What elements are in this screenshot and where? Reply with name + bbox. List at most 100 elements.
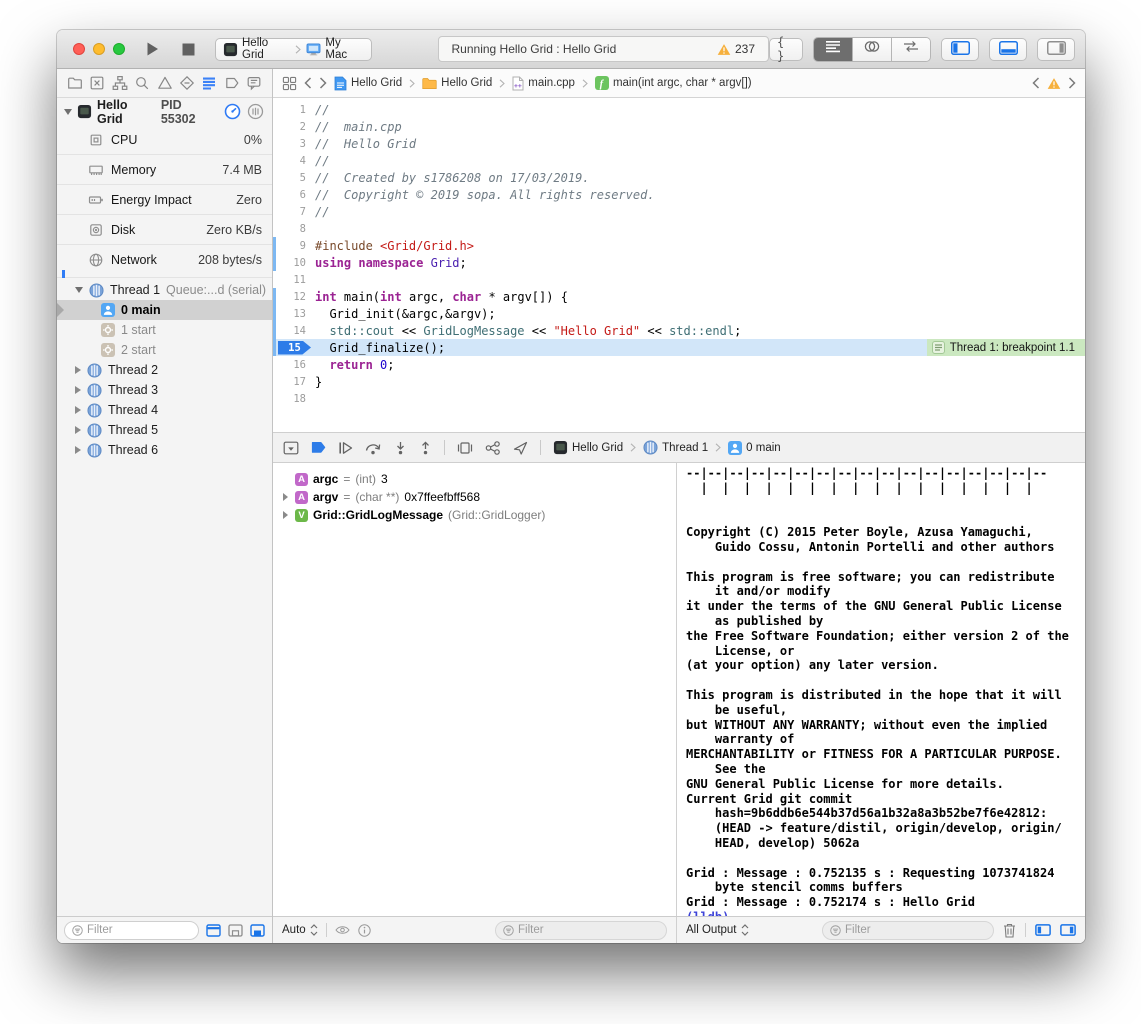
gutter[interactable]: 10: [273, 257, 315, 269]
toggle-inspector-button[interactable]: [1037, 38, 1075, 61]
gauge-row-disk[interactable]: DiskZero KB/s: [57, 214, 272, 244]
disclosure-right-icon[interactable]: [75, 426, 81, 434]
info-icon[interactable]: [358, 924, 371, 937]
view-memory-button[interactable]: [250, 924, 265, 937]
minimize-window-button[interactable]: [93, 43, 105, 55]
report-navigator-button[interactable]: [245, 74, 263, 92]
variables-view[interactable]: Aargc=(int)3Aargv=(char **)0x7ffeefbff56…: [273, 463, 677, 916]
gutter[interactable]: 5: [273, 172, 315, 184]
breakpoint-annotation[interactable]: Thread 1: breakpoint 1.1: [927, 339, 1085, 356]
gauge-row-network[interactable]: Network208 bytes/s: [57, 244, 272, 274]
thread-row-3[interactable]: Thread 3: [57, 380, 272, 400]
test-navigator-button[interactable]: [178, 74, 196, 92]
stack-frame-row[interactable]: 0 main: [57, 300, 272, 320]
debug-breadcrumb-item[interactable]: 0 main: [728, 441, 781, 455]
gauge-row-cpu[interactable]: CPU0%: [57, 125, 272, 154]
breakpoints-toggle-button[interactable]: [311, 441, 326, 454]
thread-row-4[interactable]: Thread 4: [57, 400, 272, 420]
go-forward-button[interactable]: [319, 77, 327, 89]
code-line[interactable]: 3// Hello Grid: [273, 135, 1085, 152]
disclosure-right-icon[interactable]: [75, 446, 81, 454]
debug-breadcrumb-item[interactable]: Hello Grid: [553, 440, 623, 455]
gutter[interactable]: 11: [273, 274, 315, 286]
console-filter-field[interactable]: Filter: [822, 921, 994, 940]
disclosure-right-icon[interactable]: [280, 493, 290, 501]
go-back-button[interactable]: [304, 77, 312, 89]
disclosure-right-icon[interactable]: [280, 511, 290, 519]
close-window-button[interactable]: [73, 43, 85, 55]
toggle-console-button[interactable]: [1060, 924, 1076, 936]
memory-graph-button[interactable]: [485, 441, 501, 455]
stop-button[interactable]: [182, 43, 195, 56]
gutter[interactable]: 15: [273, 341, 315, 355]
thread-row-1[interactable]: Thread 1Queue:...d (serial): [57, 280, 272, 300]
variable-row[interactable]: VGrid::GridLogMessage(Grid::GridLogger): [277, 506, 672, 524]
related-items-icon[interactable]: [282, 76, 297, 91]
step-over-button[interactable]: [365, 441, 382, 455]
breadcrumb-item[interactable]: Hello Grid: [334, 76, 402, 91]
gutter[interactable]: 12: [273, 291, 315, 303]
disclosure-down-icon[interactable]: [75, 287, 83, 293]
gutter[interactable]: 18: [273, 393, 315, 405]
debug-breadcrumb-item[interactable]: Thread 1: [643, 440, 708, 455]
project-navigator-button[interactable]: [66, 74, 84, 92]
code-line[interactable]: 6// Copyright © 2019 sopa. All rights re…: [273, 186, 1085, 203]
profile-gauge-button[interactable]: [224, 103, 241, 120]
code-line[interactable]: 9#include <Grid/Grid.h>: [273, 237, 1085, 254]
code-line[interactable]: 5// Created by s1786208 on 17/03/2019.: [273, 169, 1085, 186]
breakpoint-navigator-button[interactable]: [223, 74, 241, 92]
toggle-navigator-button[interactable]: [941, 38, 979, 61]
gutter[interactable]: 3: [273, 138, 315, 150]
gutter[interactable]: 14: [273, 325, 315, 337]
gauge-row-memory[interactable]: Memory7.4 MB: [57, 154, 272, 184]
run-button[interactable]: [145, 41, 160, 57]
code-line[interactable]: 2// main.cpp: [273, 118, 1085, 135]
stack-frame-row[interactable]: 2 start: [57, 340, 272, 360]
code-line[interactable]: 15 Grid_finalize();Thread 1: breakpoint …: [273, 339, 1085, 356]
variables-scope-select[interactable]: Auto: [282, 924, 318, 936]
view-process-by-queue-button[interactable]: [206, 924, 221, 937]
scheme-selector[interactable]: Hello GridMy Mac: [215, 38, 372, 61]
breakpoint-marker[interactable]: 15: [278, 341, 311, 355]
version-editor-button[interactable]: [891, 38, 930, 61]
code-line[interactable]: 8: [273, 220, 1085, 237]
assistant-editor-button[interactable]: [852, 38, 891, 61]
thread-row-6[interactable]: Thread 6: [57, 440, 272, 460]
code-review-button[interactable]: { }: [769, 38, 803, 61]
breadcrumb-item[interactable]: fmain(int argc, char * argv[]): [595, 76, 752, 90]
standard-editor-button[interactable]: [814, 38, 852, 61]
navigator-filter-field[interactable]: Filter: [64, 921, 199, 940]
code-line[interactable]: 12int main(int argc, char * argv[]) {: [273, 288, 1085, 305]
step-out-button[interactable]: [419, 441, 432, 455]
warning-badge[interactable]: 237: [717, 42, 755, 56]
code-line[interactable]: 1//: [273, 101, 1085, 118]
issue-navigator-button[interactable]: [156, 74, 174, 92]
gutter[interactable]: 17: [273, 376, 315, 388]
stack-frame-row[interactable]: 1 start: [57, 320, 272, 340]
quicklook-icon[interactable]: [335, 925, 350, 935]
disclosure-right-icon[interactable]: [75, 366, 81, 374]
next-issue-button[interactable]: [1068, 77, 1076, 89]
process-row[interactable]: Hello Grid PID 55302: [57, 98, 272, 125]
pause-button[interactable]: [247, 103, 264, 120]
code-line[interactable]: 13 Grid_init(&argc,&argv);: [273, 305, 1085, 322]
gutter[interactable]: 6: [273, 189, 315, 201]
gutter[interactable]: 16: [273, 359, 315, 371]
variable-row[interactable]: Aargv=(char **)0x7ffeefbff568: [277, 488, 672, 506]
debug-navigator-button[interactable]: [200, 74, 218, 92]
thread-row-2[interactable]: Thread 2: [57, 360, 272, 380]
code-line[interactable]: 7//: [273, 203, 1085, 220]
disclosure-right-icon[interactable]: [75, 386, 81, 394]
code-line[interactable]: 11: [273, 271, 1085, 288]
previous-issue-button[interactable]: [1032, 77, 1040, 89]
thread-row-5[interactable]: Thread 5: [57, 420, 272, 440]
simulate-location-button[interactable]: [513, 441, 528, 455]
console-pane[interactable]: --|--|--|--|--|--|--|--|--|--|--|--|--|-…: [677, 463, 1085, 916]
code-line[interactable]: 10using namespace Grid;: [273, 254, 1085, 271]
toggle-variables-view-button[interactable]: [1035, 924, 1051, 936]
clear-console-button[interactable]: [1003, 923, 1016, 938]
variables-filter-field[interactable]: Filter: [495, 921, 667, 940]
view-ui-hierarchy-button[interactable]: [228, 924, 243, 937]
code-line[interactable]: 17}: [273, 373, 1085, 390]
gutter[interactable]: 4: [273, 155, 315, 167]
